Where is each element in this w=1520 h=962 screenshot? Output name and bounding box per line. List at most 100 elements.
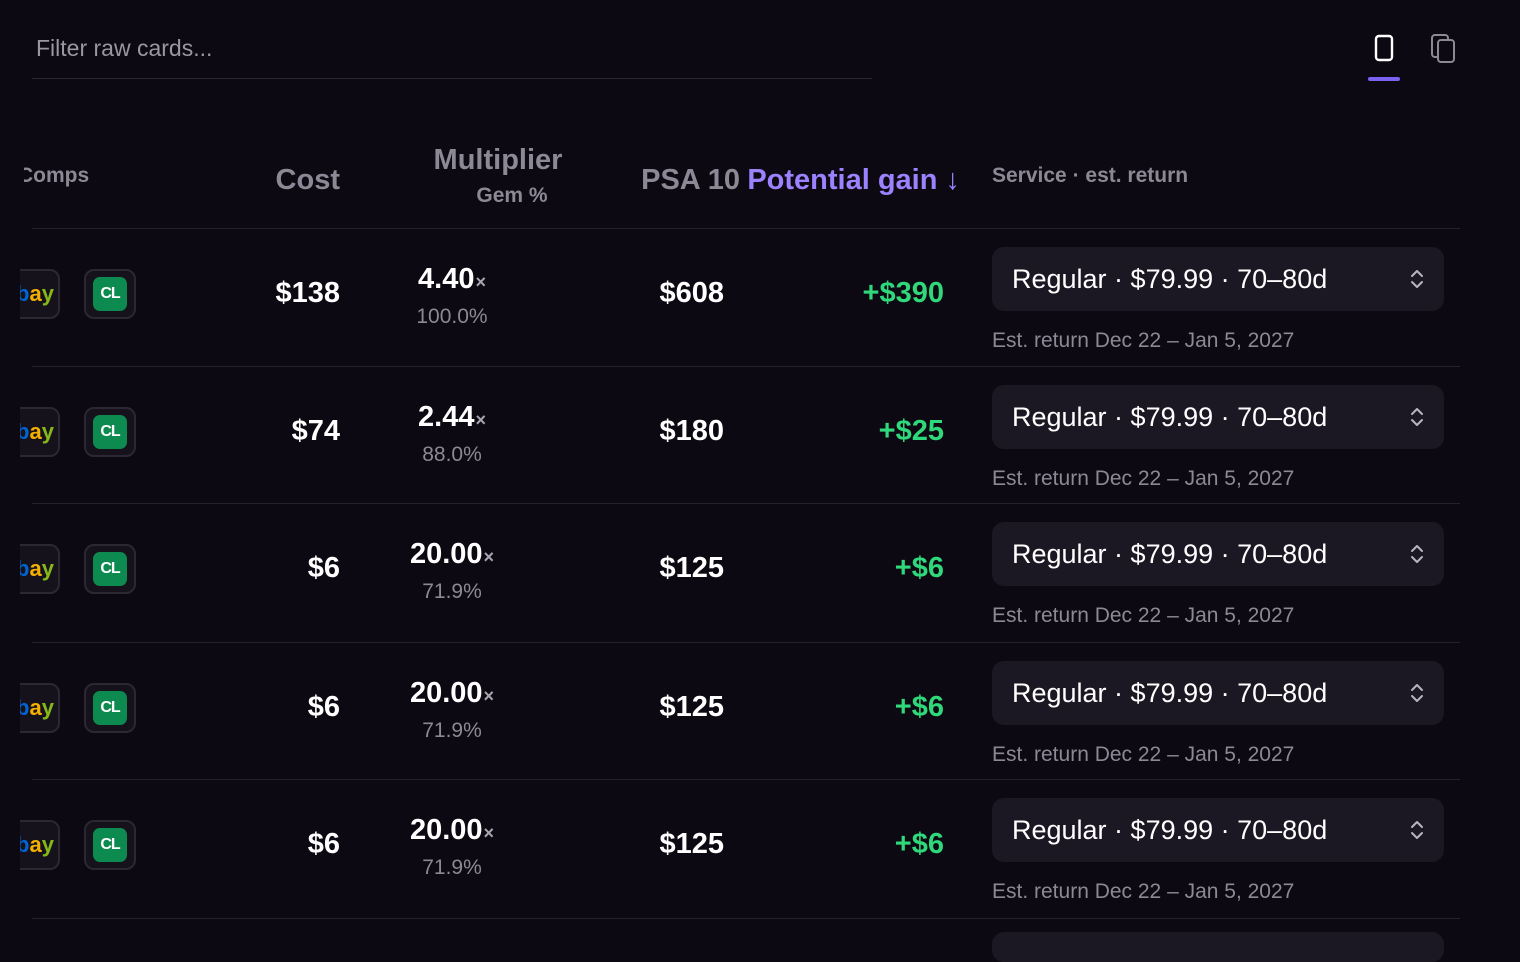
table-row[interactable]: ebay CL $74 2.44× 88.0% $180 +$25 Regula… (20, 367, 1460, 504)
service-select-value: Regular · $79.99 · 70–80d (1012, 814, 1328, 845)
gem-percent-value: 71.9% (422, 719, 482, 742)
multiplier-suffix: × (483, 547, 495, 567)
filter-input[interactable] (32, 22, 872, 74)
cl-logo-icon: CL (93, 828, 127, 862)
cost-value: $6 (307, 691, 340, 723)
service-select-value: Regular · $79.99 · 70–80d (1012, 263, 1328, 294)
cost-value: $138 (275, 277, 340, 309)
psa10-value: $608 (659, 277, 724, 309)
comps-links: ebay CL (20, 269, 140, 321)
psa10-value: $125 (659, 691, 724, 723)
gem-percent-value: 100.0% (416, 305, 488, 328)
multiplier-number: 2.44 (418, 401, 475, 433)
chevron-up-down-icon (1411, 545, 1423, 563)
table-row[interactable]: ebay CL $6 20.00× 71.9% $125 +$6 Regular… (20, 504, 1460, 643)
multiplier-value: 20.00× (362, 814, 542, 847)
table-row[interactable]: ebay CL $138 4.40× 100.0% $608 +$390 Reg… (20, 229, 1460, 367)
gem-percent-value: 88.0% (422, 443, 482, 466)
multiplier-value: 2.44× (362, 401, 542, 434)
est-return-text: Est. return Dec 22 – Jan 5, 2027 (992, 743, 1295, 766)
multiplier-value: 20.00× (362, 677, 542, 710)
header-psa10[interactable]: PSA 10 (641, 164, 740, 197)
service-select[interactable]: Regular · $79.99 · 70–80d (992, 385, 1444, 449)
table-header: Comps Cost Multiplier Gem % PSA 10 Poten… (24, 120, 1460, 229)
gem-percent-value: 71.9% (422, 856, 482, 879)
cl-logo-icon: CL (93, 277, 127, 311)
active-view-indicator (1368, 77, 1400, 81)
ebay-comps-link[interactable]: ebay (16, 683, 60, 733)
multiplier-number: 4.40 (418, 263, 475, 295)
ebay-comps-link[interactable]: ebay (16, 544, 60, 594)
service-select[interactable]: Regular · $79.99 · 70–80d (992, 798, 1444, 862)
cost-value: $6 (307, 552, 340, 584)
comps-links: ebay CL (20, 820, 140, 872)
psa10-value: $125 (659, 828, 724, 860)
single-card-view-button[interactable] (1364, 22, 1404, 74)
est-return-text: Est. return Dec 22 – Jan 5, 2027 (992, 467, 1295, 490)
ebay-logo-icon: ebay (16, 695, 54, 720)
cl-comps-link[interactable]: CL (84, 820, 136, 870)
stacked-cards-view-button[interactable] (1424, 22, 1464, 74)
table-row[interactable]: ebay CL $6 20.00× 71.9% $125 +$6 Regular… (20, 780, 1460, 919)
psa10-value: $125 (659, 552, 724, 584)
table-row[interactable]: ebay CL $6 20.00× 71.9% $125 +$6 Regular… (20, 643, 1460, 780)
cl-comps-link[interactable]: CL (84, 407, 136, 457)
service-select[interactable]: Regular · $79.99 · 70–80d (992, 522, 1444, 586)
est-return-text: Est. return Dec 22 – Jan 5, 2027 (992, 329, 1295, 352)
header-service[interactable]: Service · est. return (992, 164, 1188, 188)
ebay-comps-link[interactable]: ebay (16, 269, 60, 319)
ebay-comps-link[interactable]: ebay (16, 820, 60, 870)
cl-logo-icon: CL (93, 691, 127, 725)
ebay-comps-link[interactable]: ebay (16, 407, 60, 457)
ebay-logo-icon: ebay (16, 832, 54, 857)
multiplier-suffix: × (475, 272, 486, 292)
est-return-text: Est. return Dec 22 – Jan 5, 2027 (992, 880, 1295, 903)
service-select[interactable]: Regular · $79.99 · 70–80d (992, 247, 1444, 311)
cl-logo-icon: CL (93, 415, 127, 449)
potential-gain-value: +$390 (862, 277, 944, 309)
filter-bar (32, 22, 872, 79)
multiplier-suffix: × (483, 823, 495, 843)
potential-gain-value: +$6 (894, 828, 944, 860)
header-multiplier[interactable]: Multiplier (408, 144, 588, 177)
chevron-up-down-icon (1411, 408, 1423, 426)
service-select-value: Regular · $79.99 · 70–80d (1012, 538, 1328, 569)
header-cost[interactable]: Cost (276, 164, 340, 197)
gem-percent-value: 71.9% (422, 580, 482, 603)
multiplier-value: 4.40× (362, 263, 542, 296)
view-toggle (1364, 22, 1464, 82)
service-select-value: Regular · $79.99 · 70–80d (1012, 677, 1328, 708)
header-comps[interactable]: Comps (24, 164, 124, 188)
multiplier-value: 20.00× (362, 538, 542, 571)
comps-links: ebay CL (20, 544, 140, 596)
service-select[interactable]: Regular · $79.99 · 70–80d (992, 661, 1444, 725)
ebay-logo-icon: ebay (16, 419, 54, 444)
service-select-value: Regular · $79.99 · 70–80d (1012, 401, 1328, 432)
cost-value: $6 (307, 828, 340, 860)
multiplier-number: 20.00 (409, 814, 483, 846)
chevron-up-down-icon (1411, 684, 1423, 702)
ebay-logo-icon: ebay (16, 556, 54, 581)
multiplier-number: 20.00 (409, 677, 483, 709)
multiplier-suffix: × (483, 686, 495, 706)
service-select-partial[interactable] (992, 932, 1444, 962)
cl-logo-icon: CL (93, 552, 127, 586)
comps-links: ebay CL (20, 407, 140, 459)
header-gem-percent[interactable]: Gem % (422, 184, 602, 208)
stacked-cards-icon (1431, 34, 1455, 63)
cl-comps-link[interactable]: CL (84, 269, 136, 319)
cl-comps-link[interactable]: CL (84, 544, 136, 594)
psa10-value: $180 (659, 415, 724, 447)
cl-comps-link[interactable]: CL (84, 683, 136, 733)
est-return-text: Est. return Dec 22 – Jan 5, 2027 (992, 604, 1295, 627)
chevron-up-down-icon (1411, 821, 1423, 839)
raw-cards-table: Comps Cost Multiplier Gem % PSA 10 Poten… (20, 120, 1460, 919)
comps-links: ebay CL (20, 683, 140, 735)
potential-gain-value: +$6 (894, 552, 944, 584)
single-card-icon (1374, 34, 1394, 62)
multiplier-number: 20.00 (409, 538, 483, 570)
header-potential-gain[interactable]: Potential gain ↓ (747, 164, 960, 197)
ebay-logo-icon: ebay (16, 281, 54, 306)
cost-value: $74 (291, 415, 340, 447)
potential-gain-value: +$6 (894, 691, 944, 723)
